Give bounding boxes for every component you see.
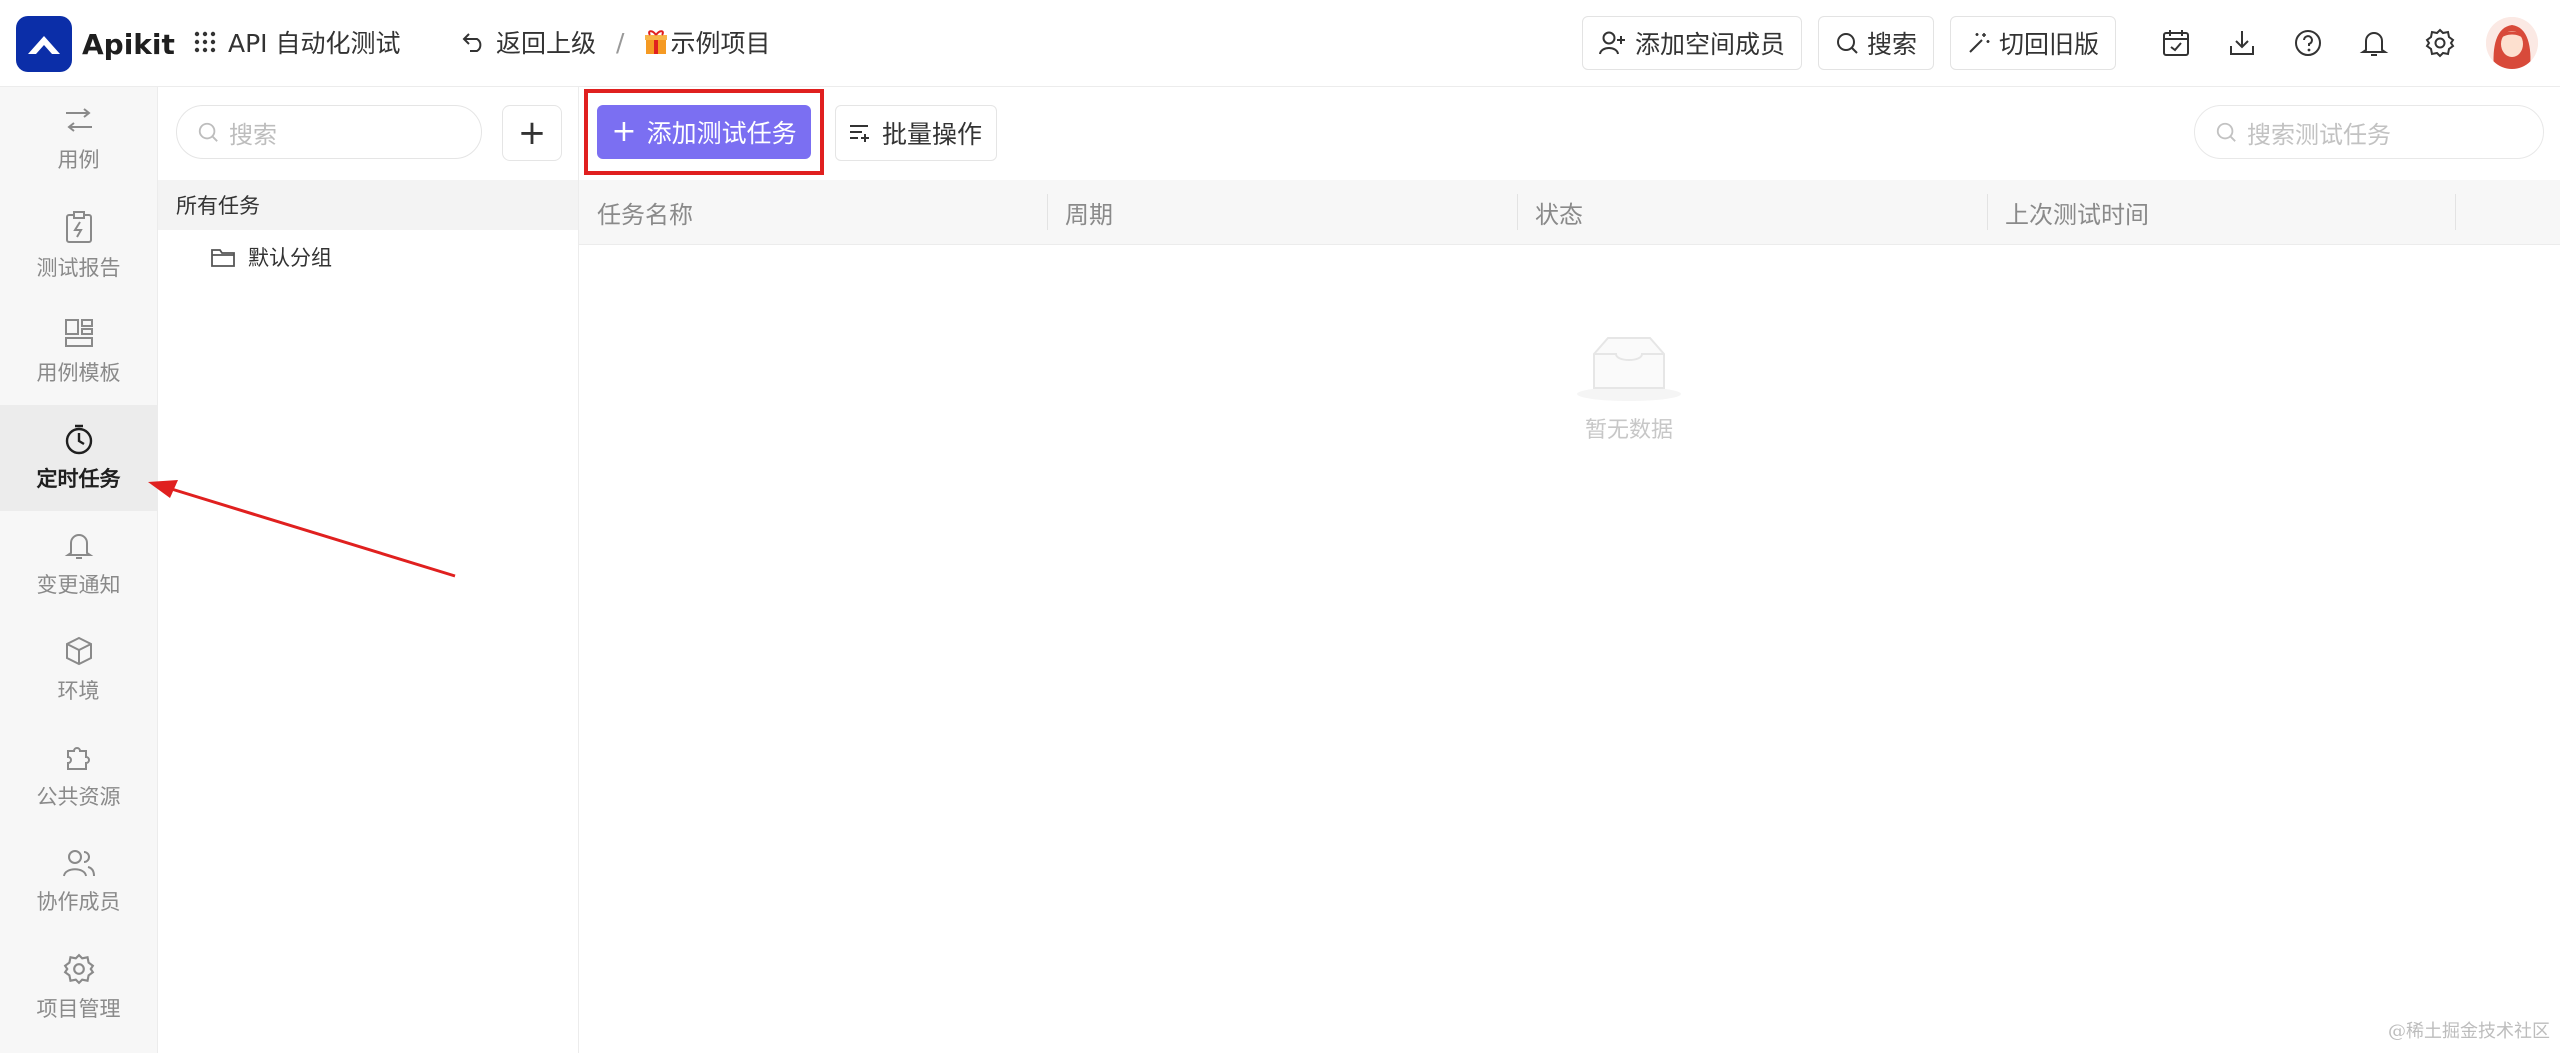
switch-old-version-button[interactable]: 切回旧版 <box>1949 16 2116 70</box>
nav-label: 变更通知 <box>36 573 121 597</box>
nav-item-project-management[interactable]: 项目管理 <box>0 935 157 1041</box>
column-divider <box>1517 194 1518 230</box>
list-edit-icon <box>850 125 869 142</box>
add-member-label: 添加空间成员 <box>1634 30 1785 59</box>
magic-wand-icon <box>1969 33 1990 53</box>
add-user-icon <box>1598 31 1625 55</box>
empty-box-icon <box>1577 337 1681 401</box>
timer-icon <box>65 424 92 455</box>
logo-icon <box>16 16 72 72</box>
empty-text: 暂无数据 <box>1584 418 1673 443</box>
puzzle-icon <box>66 747 90 770</box>
nav-item-public-resources[interactable]: 公共资源 <box>0 723 157 829</box>
app-name: API 自动化测试 <box>228 29 401 58</box>
empty-state: 暂无数据 <box>1529 332 1729 444</box>
nav-item-cases[interactable]: 用例 <box>0 87 157 193</box>
old-version-label: 切回旧版 <box>1998 30 2099 59</box>
download-icon[interactable] <box>2220 17 2264 69</box>
breadcrumb-separator: / <box>616 27 625 57</box>
project-name[interactable]: 示例项目 <box>670 24 770 60</box>
left-nav: 用例 测试报告 用例模板 定时任务 变更通知 环境 公共资源 协作成员 项目管理 <box>0 87 158 1053</box>
all-tasks-item[interactable]: 所有任务 <box>158 180 578 230</box>
search-icon <box>198 122 218 142</box>
top-bar: Apikit API 自动化测试 返回上级 / 示例项目 添加空间成员 搜索 切… <box>0 0 2560 87</box>
nav-label: 用例模板 <box>36 361 121 385</box>
nav-label: 环境 <box>57 679 100 703</box>
report-icon <box>65 211 92 243</box>
add-test-task-button[interactable]: + 添加测试任务 <box>597 105 811 159</box>
column-header-cycle[interactable]: 周期 <box>1065 180 1113 244</box>
plus-icon: + <box>611 114 637 149</box>
global-search-button[interactable]: 搜索 <box>1817 16 1934 70</box>
back-button[interactable]: 返回上级 <box>496 24 596 60</box>
task-search-input[interactable]: 搜索测试任务 <box>2194 105 2544 159</box>
help-icon[interactable] <box>2286 17 2330 69</box>
nav-item-change-notice[interactable]: 变更通知 <box>0 511 157 617</box>
search-icon <box>2216 122 2236 142</box>
add-task-label: 添加测试任务 <box>646 119 797 148</box>
nav-item-case-template[interactable]: 用例模板 <box>0 299 157 405</box>
users-icon <box>62 850 95 877</box>
nav-item-collaborators[interactable]: 协作成员 <box>0 829 157 935</box>
flow-icon <box>65 108 92 132</box>
group-search-input[interactable]: 搜索 <box>176 105 482 159</box>
nav-label: 项目管理 <box>36 997 121 1021</box>
gear-icon[interactable] <box>2418 17 2462 69</box>
column-divider <box>2455 194 2456 230</box>
add-member-button[interactable]: 添加空间成员 <box>1581 16 1802 70</box>
search-icon <box>1836 33 1858 54</box>
nav-label: 定时任务 <box>36 467 121 491</box>
logo-text: Apikit <box>82 27 175 61</box>
group-label: 默认分组 <box>248 246 332 270</box>
folder-icon <box>211 249 235 267</box>
app-logo[interactable]: Apikit <box>16 16 175 72</box>
grid-icon <box>194 31 216 53</box>
add-group-button[interactable]: + <box>502 105 562 161</box>
gear-icon <box>63 953 94 985</box>
column-header-task-name[interactable]: 任务名称 <box>597 180 693 244</box>
nav-label: 测试报告 <box>36 256 121 280</box>
app-switcher[interactable]: API 自动化测试 <box>194 24 401 60</box>
group-item-default[interactable]: 默认分组 <box>210 237 332 277</box>
main-content: + 添加测试任务 批量操作 搜索测试任务 任务名称 周期 状态 上次测试时间 暂… <box>579 87 2560 1053</box>
column-divider <box>1987 194 1988 230</box>
bell-icon <box>64 534 93 559</box>
nav-label: 协作成员 <box>36 890 121 914</box>
column-header-last-test-time[interactable]: 上次测试时间 <box>2005 180 2149 244</box>
top-actions: 添加空间成员 搜索 切回旧版 <box>1581 16 2538 70</box>
watermark-text: @稀土掘金技术社区 <box>2388 1021 2550 1042</box>
gift-icon <box>645 30 668 54</box>
breadcrumb: 返回上级 / 示例项目 <box>462 24 770 60</box>
nav-label: 用例 <box>57 148 100 172</box>
table-header: 任务名称 周期 状态 上次测试时间 <box>579 180 2560 245</box>
task-search-placeholder: 搜索测试任务 <box>2247 120 2391 149</box>
template-icon <box>64 319 93 347</box>
bell-icon[interactable] <box>2352 17 2396 69</box>
batch-label: 批量操作 <box>882 120 983 149</box>
calendar-check-icon[interactable] <box>2154 17 2198 69</box>
batch-operation-button[interactable]: 批量操作 <box>835 105 998 161</box>
group-search-placeholder: 搜索 <box>229 120 277 149</box>
column-divider <box>1047 194 1048 230</box>
column-header-status[interactable]: 状态 <box>1535 180 1583 244</box>
search-label: 搜索 <box>1866 30 1917 59</box>
nav-item-scheduled-tasks[interactable]: 定时任务 <box>0 405 157 511</box>
nav-item-test-report[interactable]: 测试报告 <box>0 193 157 299</box>
cube-icon <box>65 636 92 666</box>
nav-item-environment[interactable]: 环境 <box>0 617 157 723</box>
nav-label: 公共资源 <box>36 785 121 809</box>
undo-icon <box>462 33 482 52</box>
avatar[interactable] <box>2486 17 2538 69</box>
task-group-panel: 搜索 + 所有任务 默认分组 <box>158 87 579 1053</box>
